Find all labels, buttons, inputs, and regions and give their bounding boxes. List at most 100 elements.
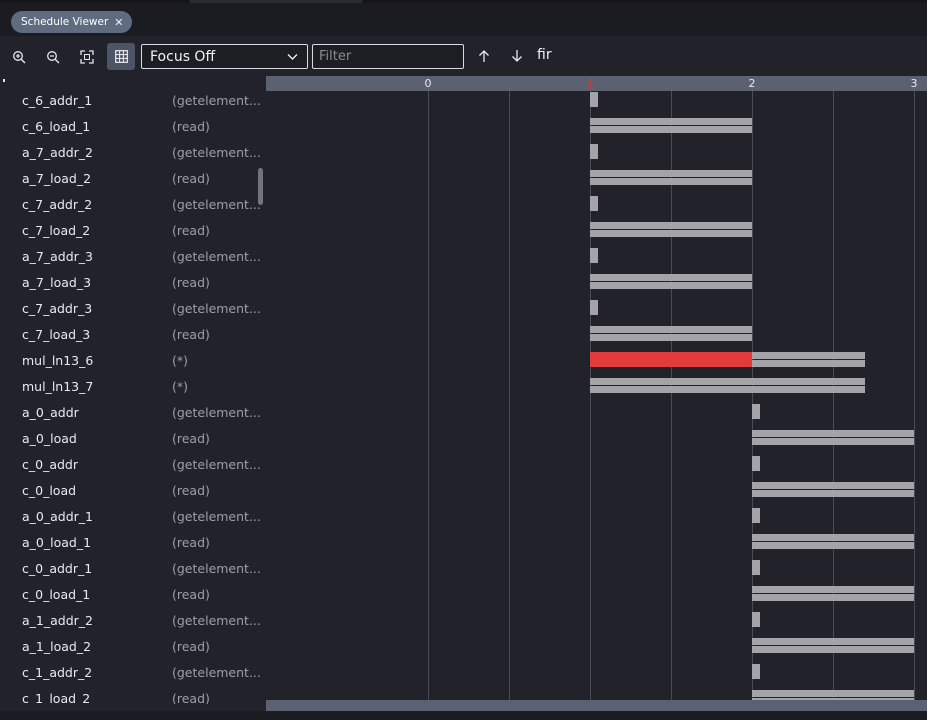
schedule-bar[interactable] [590, 378, 866, 385]
operation-type: (read) [172, 275, 210, 290]
schedule-bar[interactable] [752, 646, 914, 653]
operation-row[interactable]: c_7_load_2 (read) [0, 218, 266, 244]
timeline-gridline [752, 91, 753, 700]
schedule-bar[interactable] [590, 248, 598, 263]
operation-row[interactable]: mul_ln13_6 (*) [0, 348, 266, 374]
schedule-bar[interactable] [752, 456, 760, 471]
schedule-bar[interactable] [590, 300, 598, 315]
operation-type: (getelement... [172, 301, 261, 316]
schedule-bar[interactable] [752, 638, 914, 645]
schedule-bar[interactable] [752, 482, 914, 489]
zoom-out-button[interactable] [39, 43, 67, 70]
operation-row[interactable]: c_0_addr (getelement... [0, 452, 266, 478]
operation-row[interactable]: c_6_addr_1 (getelement... [0, 88, 266, 114]
schedule-bar[interactable] [752, 430, 914, 437]
filter-input[interactable] [312, 44, 464, 69]
operation-row[interactable]: c_1_addr_2 (getelement... [0, 660, 266, 686]
close-icon[interactable]: ✕ [114, 16, 123, 29]
schedule-bar[interactable] [752, 542, 914, 549]
operation-type: (getelement... [172, 405, 261, 420]
operation-name: c_6_addr_1 [22, 93, 93, 108]
operation-row[interactable]: a_1_load_2 (read) [0, 634, 266, 660]
schedule-bar[interactable] [752, 352, 866, 359]
previous-match-button[interactable] [474, 46, 494, 66]
tab-schedule-viewer[interactable]: Schedule Viewer ✕ [11, 11, 132, 33]
operation-name: c_7_addr_3 [22, 301, 93, 316]
operation-row[interactable]: a_0_load (read) [0, 426, 266, 452]
schedule-bar[interactable] [590, 334, 752, 341]
critical-path-bar[interactable] [590, 352, 752, 367]
operation-row[interactable]: a_7_load_3 (read) [0, 270, 266, 296]
schedule-bar[interactable] [590, 178, 752, 185]
schedule-bar[interactable] [590, 118, 752, 125]
operation-type: (getelement... [172, 457, 261, 472]
operation-name: c_0_load [22, 483, 77, 498]
timeline-horizontal-scrollbar[interactable] [266, 700, 927, 711]
schedule-bar[interactable] [590, 144, 598, 159]
schedule-bar[interactable] [590, 386, 866, 393]
operation-row[interactable]: a_7_addr_2 (getelement... [0, 140, 266, 166]
arrow-down-icon [512, 50, 522, 62]
schedule-bar[interactable] [752, 594, 914, 601]
operation-row[interactable]: c_6_load_1 (read) [0, 114, 266, 140]
schedule-bar[interactable] [752, 508, 760, 523]
operation-type: (getelement... [172, 145, 261, 160]
operation-name: a_7_load_2 [22, 171, 92, 186]
operation-row[interactable]: c_1_load_2 (read) [0, 686, 266, 704]
operation-row[interactable]: a_0_addr (getelement... [0, 400, 266, 426]
operation-type: (read) [172, 535, 210, 550]
schedule-bar[interactable] [752, 560, 760, 575]
schedule-bar[interactable] [590, 282, 752, 289]
schedule-bar[interactable] [752, 360, 866, 367]
schedule-bar[interactable] [752, 404, 760, 419]
chevron-down-icon [287, 54, 298, 60]
operation-name: c_0_load_1 [22, 587, 91, 602]
schedule-bar[interactable] [590, 222, 752, 229]
operation-name: c_6_load_1 [22, 119, 91, 134]
operation-row[interactable]: a_0_addr_1 (getelement... [0, 504, 266, 530]
function-name: fir [537, 47, 552, 63]
schedule-bar[interactable] [752, 664, 760, 679]
operation-row[interactable]: a_1_addr_2 (getelement... [0, 608, 266, 634]
schedule-bar[interactable] [590, 92, 598, 107]
schedule-bar[interactable] [590, 196, 598, 211]
schedule-bar[interactable] [752, 690, 914, 697]
schedule-bar[interactable] [590, 230, 752, 237]
operation-row[interactable]: c_7_addr_2 (getelement... [0, 192, 266, 218]
schedule-bar[interactable] [590, 170, 752, 177]
operation-name: c_7_load_2 [22, 223, 91, 238]
operation-name: c_0_addr_1 [22, 561, 93, 576]
schedule-bar[interactable] [590, 274, 752, 281]
fit-to-screen-button[interactable] [73, 43, 101, 70]
operation-name: c_1_load_2 [22, 691, 91, 704]
zoom-in-icon [13, 50, 26, 63]
schedule-bar[interactable] [752, 534, 914, 541]
zoom-in-button[interactable] [5, 43, 33, 70]
operation-row[interactable]: c_7_load_3 (read) [0, 322, 266, 348]
operation-row[interactable]: c_7_addr_3 (getelement... [0, 296, 266, 322]
operation-row[interactable]: c_0_load (read) [0, 478, 266, 504]
operation-row[interactable]: a_0_load_1 (read) [0, 530, 266, 556]
schedule-bar[interactable] [590, 126, 752, 133]
list-scrollbar[interactable] [258, 168, 263, 205]
schedule-bar[interactable] [752, 490, 914, 497]
operation-row[interactable]: a_7_load_2 (read) [0, 166, 266, 192]
operation-type: (getelement... [172, 613, 261, 628]
schedule-bar[interactable] [752, 438, 914, 445]
operation-row[interactable]: c_0_load_1 (read) [0, 582, 266, 608]
tab-title: Schedule Viewer [21, 16, 109, 28]
operation-name: a_1_load_2 [22, 639, 92, 654]
schedule-bar[interactable] [590, 326, 752, 333]
operation-row[interactable]: a_7_addr_3 (getelement... [0, 244, 266, 270]
operation-row[interactable]: mul_ln13_7 (*) [0, 374, 266, 400]
schedule-bar[interactable] [752, 586, 914, 593]
focus-select[interactable]: Focus Off [141, 44, 308, 69]
operation-row[interactable]: c_0_addr_1 (getelement... [0, 556, 266, 582]
operation-type: (read) [172, 431, 210, 446]
schedule-timeline: 0 1 2 3 [266, 76, 927, 700]
grid-view-button[interactable] [107, 43, 135, 70]
operation-type: (read) [172, 223, 210, 238]
next-match-button[interactable] [507, 46, 527, 66]
bottom-strip [0, 711, 927, 720]
schedule-bar[interactable] [752, 612, 760, 627]
